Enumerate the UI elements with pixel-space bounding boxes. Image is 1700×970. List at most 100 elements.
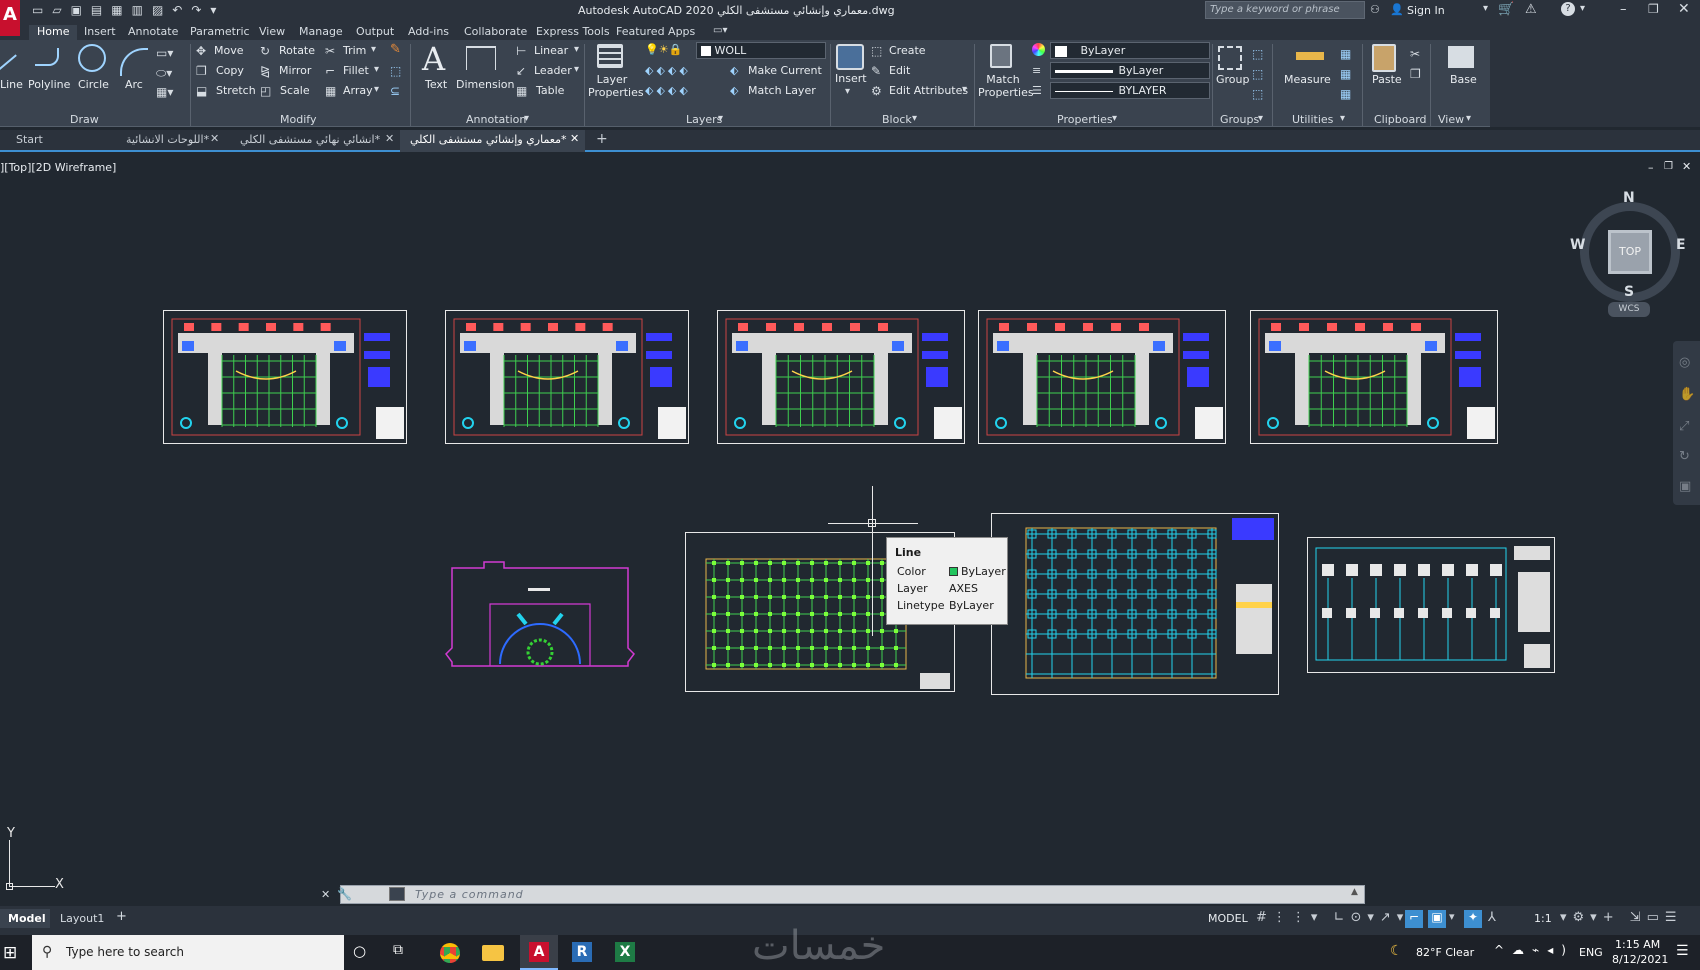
sign-in-dropdown-icon[interactable]: ▾ [1483, 3, 1488, 14]
boundary-icon[interactable]: ▦▾ [156, 85, 173, 99]
viewcube[interactable]: TOP N S E W [1570, 190, 1686, 308]
circle-button[interactable]: Circle [78, 78, 109, 91]
layers-dropdown-icon[interactable]: ▾ [718, 113, 723, 124]
table-button[interactable]: Table [536, 84, 564, 97]
osnap-tracking-icon[interactable]: ▣ [1428, 910, 1446, 928]
showmotion-icon[interactable]: ▣ [1679, 479, 1691, 494]
clipboard-panel-label[interactable]: Clipboard [1374, 113, 1427, 126]
circle-icon[interactable] [78, 44, 106, 72]
new-layout-icon[interactable]: + [116, 909, 127, 924]
tab-home[interactable]: Home [29, 25, 78, 40]
close-icon[interactable]: ✕ [1678, 1, 1690, 17]
doc-tab-final-structural[interactable]: انشائي نهائي مستشفى الكلي* [240, 133, 380, 146]
explode-icon[interactable]: ⬚ [390, 64, 401, 78]
foundation-plan-drawing[interactable] [991, 513, 1279, 695]
mirror-button[interactable]: Mirror [279, 64, 311, 77]
drawing-sheet-2[interactable] [445, 310, 689, 444]
linear-dropdown-icon[interactable]: ▾ [574, 44, 579, 55]
annotation-dropdown-icon[interactable]: ▾ [524, 113, 529, 124]
compass-north[interactable]: N [1623, 190, 1635, 206]
insert-dropdown-icon[interactable]: ▾ [845, 86, 850, 97]
compass-east[interactable]: E [1676, 237, 1686, 253]
command-expand-icon[interactable]: ▲ [1351, 887, 1358, 897]
drawing-sheet-3[interactable] [717, 310, 965, 444]
minimize-icon[interactable]: – [1620, 2, 1627, 17]
wcs-menu[interactable]: WCS [1608, 302, 1650, 317]
viewport-close-icon[interactable]: ✕ [1682, 160, 1691, 173]
binoculars-icon[interactable]: ⚇ [1370, 3, 1380, 16]
layer-tools-row1-icons[interactable]: ⬖⬖⬖⬖ [645, 64, 691, 77]
tab-annotate[interactable]: Annotate [128, 25, 178, 38]
clock-time[interactable]: 1:15 AM [1615, 938, 1660, 951]
make-current-button[interactable]: Make Current [748, 64, 822, 77]
autocad-taskbar-icon[interactable]: A [520, 935, 558, 970]
fillet-button[interactable]: Fillet [343, 64, 369, 77]
zoom-extents-icon[interactable]: ⤢ [1679, 419, 1689, 434]
doc-tab-close-icon[interactable]: ✕ [570, 132, 579, 145]
layout-tab-model[interactable]: Model [0, 909, 50, 928]
annotation-scale[interactable]: 1:1 [1534, 912, 1552, 925]
layer-properties-button[interactable]: Layer Properties [588, 73, 644, 99]
layer-tools-row2-icons[interactable]: ⬖⬖⬖⬖ [645, 84, 691, 97]
paste-button[interactable]: Paste [1372, 73, 1402, 86]
weather-icon[interactable]: ☾ [1390, 943, 1403, 959]
rectangle-icon[interactable]: ▭▾ [156, 46, 173, 60]
arc-icon[interactable] [120, 48, 148, 76]
file-explorer-icon[interactable] [482, 945, 504, 961]
draw-panel-label[interactable]: Draw [70, 113, 99, 126]
taskbar-search[interactable]: ⚲ Type here to search [32, 935, 344, 970]
groups-panel-label[interactable]: Groups [1220, 113, 1259, 126]
leader-button[interactable]: Leader [534, 64, 572, 77]
web-icon[interactable]: ▦ [111, 3, 131, 17]
measure-button[interactable]: Measure [1284, 73, 1331, 86]
leader-dropdown-icon[interactable]: ▾ [574, 64, 579, 75]
command-recent-icon[interactable] [389, 887, 405, 901]
language-indicator[interactable]: ENG [1579, 946, 1603, 959]
notifications-icon[interactable]: ☰ [1676, 943, 1689, 959]
saveas-icon[interactable]: ▤ [91, 3, 111, 17]
task-view-icon[interactable]: ⧉ [393, 942, 403, 958]
trim-dropdown-icon[interactable]: ▾ [371, 44, 376, 55]
orbit-icon[interactable]: ↻ [1679, 449, 1690, 464]
restore-icon[interactable]: ❐ [1648, 2, 1659, 16]
autocad-logo[interactable]: A [0, 0, 20, 36]
revit-icon[interactable]: R [572, 942, 592, 962]
line-button[interactable]: Line [0, 78, 23, 91]
weather-text[interactable]: 82°F Clear [1416, 946, 1474, 959]
viewcube-top-face[interactable]: TOP [1608, 230, 1652, 274]
lineweight-dropdown[interactable]: ByLayer [1050, 62, 1210, 79]
match-layer-button[interactable]: Match Layer [748, 84, 816, 97]
user-icon[interactable]: 👤 [1390, 3, 1404, 16]
annotation-panel-label[interactable]: Annotation [466, 113, 526, 126]
linetype-dropdown[interactable]: BYLAYER [1050, 82, 1210, 99]
excel-icon[interactable]: X [615, 942, 635, 962]
trim-button[interactable]: Trim [343, 44, 366, 57]
undo-icon[interactable]: ↶ [172, 3, 191, 17]
polyline-icon[interactable] [35, 48, 59, 66]
pan-icon[interactable]: ✋ [1679, 387, 1695, 402]
view-dropdown-icon[interactable]: ▾ [1466, 113, 1471, 124]
rotate-button[interactable]: Rotate [279, 44, 315, 57]
group-tools-icons[interactable]: ⬚ ⬚ ⬚ [1252, 44, 1266, 104]
create-block-button[interactable]: Create [889, 44, 926, 57]
text-button[interactable]: Text [425, 78, 447, 91]
lineweight-toggle-icon[interactable]: ▾ [1449, 910, 1455, 923]
cart-icon[interactable]: 🛒 [1498, 2, 1514, 17]
properties-dropdown-icon[interactable]: ▾ [1112, 113, 1117, 124]
annotation-visibility-icon[interactable]: ✦ [1464, 910, 1482, 928]
tab-featured-apps[interactable]: Featured Apps [616, 25, 695, 38]
doc-tab-structural-sheets[interactable]: اللوحات الانشائية* [126, 133, 209, 146]
layout-tab-layout1[interactable]: Layout1 [60, 912, 104, 925]
doc-tab-close-icon[interactable]: ✕ [385, 132, 394, 145]
status-right-icons[interactable]: ▾⚙▾+ ⇲▭☰ [1560, 910, 1683, 925]
plot-icon[interactable]: ▥ [132, 3, 152, 17]
search-box[interactable]: Type a keyword or phrase [1205, 1, 1365, 19]
tray-icons[interactable]: ^☁⌁◂) [1494, 943, 1574, 957]
viewport-controls-label[interactable]: ][Top][2D Wireframe] [0, 161, 116, 174]
array-dropdown-icon[interactable]: ▾ [374, 84, 379, 95]
a360-icon[interactable]: ⚠ [1525, 2, 1537, 17]
utilities-dropdown-icon[interactable]: ▾ [1340, 113, 1345, 124]
ribbon-minimize-icon[interactable]: ▭▾ [713, 25, 727, 36]
line-icon[interactable] [0, 39, 17, 70]
base-button[interactable]: Base [1450, 73, 1477, 86]
